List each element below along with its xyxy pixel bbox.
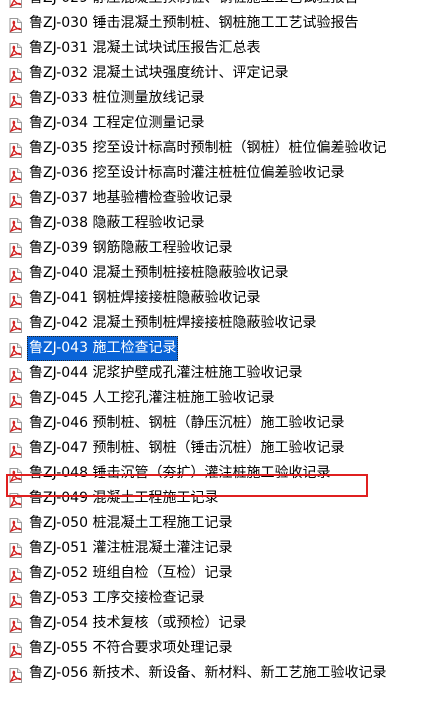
file-list-item[interactable]: 鲁ZJ-037 地基验槽检查验收记录 [0, 186, 427, 211]
file-name-label: 鲁ZJ-045 人工挖孔灌注桩施工验收记录 [29, 390, 275, 406]
pdf-file-icon [9, 317, 22, 333]
pdf-file-icon [9, 92, 22, 108]
pdf-file-icon [9, 217, 22, 233]
file-name-label: 鲁ZJ-050 桩混凝土工程施工记录 [29, 515, 233, 531]
pdf-file-icon [9, 492, 22, 508]
file-name-label: 鲁ZJ-044 泥浆护壁成孔灌注桩施工验收记录 [29, 365, 303, 381]
pdf-file-icon [9, 17, 22, 33]
file-list-item[interactable]: 鲁ZJ-029 静压混凝土预制桩、钢桩施工工艺试验报告 [0, 0, 427, 11]
file-list-item[interactable]: 鲁ZJ-035 挖至设计标高时预制桩（钢桩）桩位偏差验收记 [0, 136, 427, 161]
pdf-file-icon [9, 442, 22, 458]
pdf-file-icon [9, 42, 22, 58]
file-name-label: 鲁ZJ-055 不符合要求项处理记录 [29, 640, 233, 656]
pdf-file-icon [9, 517, 22, 533]
file-list-item[interactable]: 鲁ZJ-036 挖至设计标高时灌注桩桩位偏差验收记录 [0, 161, 427, 186]
pdf-file-icon [9, 417, 22, 433]
file-list: 鲁ZJ-029 静压混凝土预制桩、钢桩施工工艺试验报告鲁ZJ-030 锤击混凝土… [0, 0, 427, 686]
file-list-item[interactable]: 鲁ZJ-041 钢桩焊接接桩隐蔽验收记录 [0, 286, 427, 311]
file-name-label: 鲁ZJ-049 混凝土工程施工记录 [29, 490, 219, 506]
file-list-item[interactable]: 鲁ZJ-055 不符合要求项处理记录 [0, 636, 427, 661]
pdf-file-icon [9, 642, 22, 658]
file-list-item[interactable]: 鲁ZJ-056 新技术、新设备、新材料、新工艺施工验收记录 [0, 661, 427, 686]
file-name-label: 鲁ZJ-051 灌注桩混凝土灌注记录 [29, 540, 233, 556]
pdf-file-icon [9, 67, 22, 83]
file-list-item[interactable]: 鲁ZJ-052 班组自检（互检）记录 [0, 561, 427, 586]
pdf-file-icon [9, 617, 22, 633]
pdf-file-icon [9, 192, 22, 208]
file-list-item[interactable]: 鲁ZJ-039 钢筋隐蔽工程验收记录 [0, 236, 427, 261]
pdf-file-icon [9, 117, 22, 133]
file-list-item[interactable]: 鲁ZJ-054 技术复核（或预检）记录 [0, 611, 427, 636]
file-name-label: 鲁ZJ-038 隐蔽工程验收记录 [29, 215, 205, 231]
pdf-file-icon [9, 367, 22, 383]
file-name-label: 鲁ZJ-037 地基验槽检查验收记录 [29, 190, 233, 206]
file-name-label: 鲁ZJ-035 挖至设计标高时预制桩（钢桩）桩位偏差验收记 [29, 140, 387, 156]
pdf-file-icon [9, 467, 22, 483]
file-name-label: 鲁ZJ-052 班组自检（互检）记录 [29, 565, 233, 581]
file-name-label: 鲁ZJ-041 钢桩焊接接桩隐蔽验收记录 [29, 290, 261, 306]
file-list-item[interactable]: 鲁ZJ-048 锤击沉管（夯扩）灌注桩施工验收记录 [0, 461, 427, 486]
file-list-item[interactable]: 鲁ZJ-038 隐蔽工程验收记录 [0, 211, 427, 236]
file-list-item[interactable]: 鲁ZJ-032 混凝土试块强度统计、评定记录 [0, 61, 427, 86]
pdf-file-icon [9, 542, 22, 558]
file-list-item[interactable]: 鲁ZJ-045 人工挖孔灌注桩施工验收记录 [0, 386, 427, 411]
file-list-item[interactable]: 鲁ZJ-051 灌注桩混凝土灌注记录 [0, 536, 427, 561]
file-name-label: 鲁ZJ-034 工程定位测量记录 [29, 115, 205, 131]
file-list-item[interactable]: 鲁ZJ-034 工程定位测量记录 [0, 111, 427, 136]
file-list-item[interactable]: 鲁ZJ-050 桩混凝土工程施工记录 [0, 511, 427, 536]
pdf-file-icon [9, 667, 22, 683]
file-name-label: 鲁ZJ-031 混凝土试块试压报告汇总表 [29, 40, 261, 56]
pdf-file-icon [9, 142, 22, 158]
file-list-item[interactable]: 鲁ZJ-049 混凝土工程施工记录 [0, 486, 427, 511]
pdf-file-icon [9, 392, 22, 408]
file-name-label: 鲁ZJ-029 静压混凝土预制桩、钢桩施工工艺试验报告 [27, 0, 360, 11]
pdf-file-icon [9, 567, 22, 583]
file-list-item[interactable]: 鲁ZJ-033 桩位测量放线记录 [0, 86, 427, 111]
pdf-file-icon [9, 0, 22, 8]
file-name-label: 鲁ZJ-032 混凝土试块强度统计、评定记录 [29, 65, 289, 81]
pdf-file-icon [9, 167, 22, 183]
file-name-label: 鲁ZJ-036 挖至设计标高时灌注桩桩位偏差验收记录 [29, 165, 345, 181]
file-list-item[interactable]: 鲁ZJ-047 预制桩、钢桩（锤击沉桩）施工验收记录 [0, 436, 427, 461]
file-name-label: 鲁ZJ-054 技术复核（或预检）记录 [29, 615, 247, 631]
file-list-item[interactable]: 鲁ZJ-042 混凝土预制桩焊接接桩隐蔽验收记录 [0, 311, 427, 336]
pdf-file-icon [9, 342, 22, 358]
file-name-label: 鲁ZJ-053 工序交接检查记录 [29, 590, 205, 606]
file-name-label: 鲁ZJ-048 锤击沉管（夯扩）灌注桩施工验收记录 [29, 465, 331, 481]
file-name-label: 鲁ZJ-040 混凝土预制桩接桩隐蔽验收记录 [29, 265, 289, 281]
file-name-label: 鲁ZJ-039 钢筋隐蔽工程验收记录 [29, 240, 233, 256]
pdf-file-icon [9, 242, 22, 258]
file-name-label: 鲁ZJ-046 预制桩、钢桩（静压沉桩）施工验收记录 [29, 415, 345, 431]
file-list-item[interactable]: 鲁ZJ-053 工序交接检查记录 [0, 586, 427, 611]
file-name-label: 鲁ZJ-047 预制桩、钢桩（锤击沉桩）施工验收记录 [29, 440, 345, 456]
file-list-item[interactable]: 鲁ZJ-030 锤击混凝土预制桩、钢桩施工工艺试验报告 [0, 11, 427, 36]
file-list-item[interactable]: 鲁ZJ-031 混凝土试块试压报告汇总表 [0, 36, 427, 61]
file-name-label: 鲁ZJ-042 混凝土预制桩焊接接桩隐蔽验收记录 [29, 315, 317, 331]
file-list-item[interactable]: 鲁ZJ-046 预制桩、钢桩（静压沉桩）施工验收记录 [0, 411, 427, 436]
file-list-item[interactable]: 鲁ZJ-040 混凝土预制桩接桩隐蔽验收记录 [0, 261, 427, 286]
file-list-item[interactable]: 鲁ZJ-044 泥浆护壁成孔灌注桩施工验收记录 [0, 361, 427, 386]
pdf-file-icon [9, 292, 22, 308]
pdf-file-icon [9, 592, 22, 608]
file-name-label: 鲁ZJ-056 新技术、新设备、新材料、新工艺施工验收记录 [29, 665, 387, 681]
pdf-file-icon [9, 267, 22, 283]
file-name-label: 鲁ZJ-030 锤击混凝土预制桩、钢桩施工工艺试验报告 [29, 15, 359, 31]
file-name-label: 鲁ZJ-033 桩位测量放线记录 [29, 90, 205, 106]
file-list-item[interactable]: 鲁ZJ-043 施工检查记录 [0, 336, 427, 361]
file-name-label: 鲁ZJ-043 施工检查记录 [27, 336, 179, 361]
